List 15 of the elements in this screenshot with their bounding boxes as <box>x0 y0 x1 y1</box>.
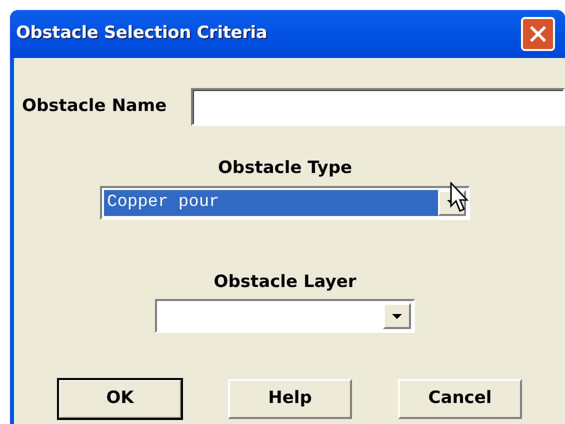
close-icon <box>529 25 547 43</box>
name-field[interactable] <box>190 88 565 126</box>
dialog-button[interactable]: Help <box>228 379 352 419</box>
dropdown-value: Copper pour <box>104 190 438 216</box>
close-button[interactable] <box>521 17 555 51</box>
caret-icon <box>392 314 402 318</box>
dialog-button[interactable]: OK <box>58 379 182 419</box>
window-title: Obstacle Selection Criteria <box>16 22 268 46</box>
dropdown-field[interactable]: Copper pour <box>100 186 470 220</box>
dropdown-button[interactable] <box>383 303 411 329</box>
dropdown-field[interactable] <box>155 299 415 333</box>
field-label: Obstacle Type <box>218 157 352 180</box>
field-label: Obstacle Layer <box>214 270 356 294</box>
field-label: Obstacle Name <box>22 95 167 118</box>
dialog-button[interactable]: Cancel <box>398 379 522 419</box>
